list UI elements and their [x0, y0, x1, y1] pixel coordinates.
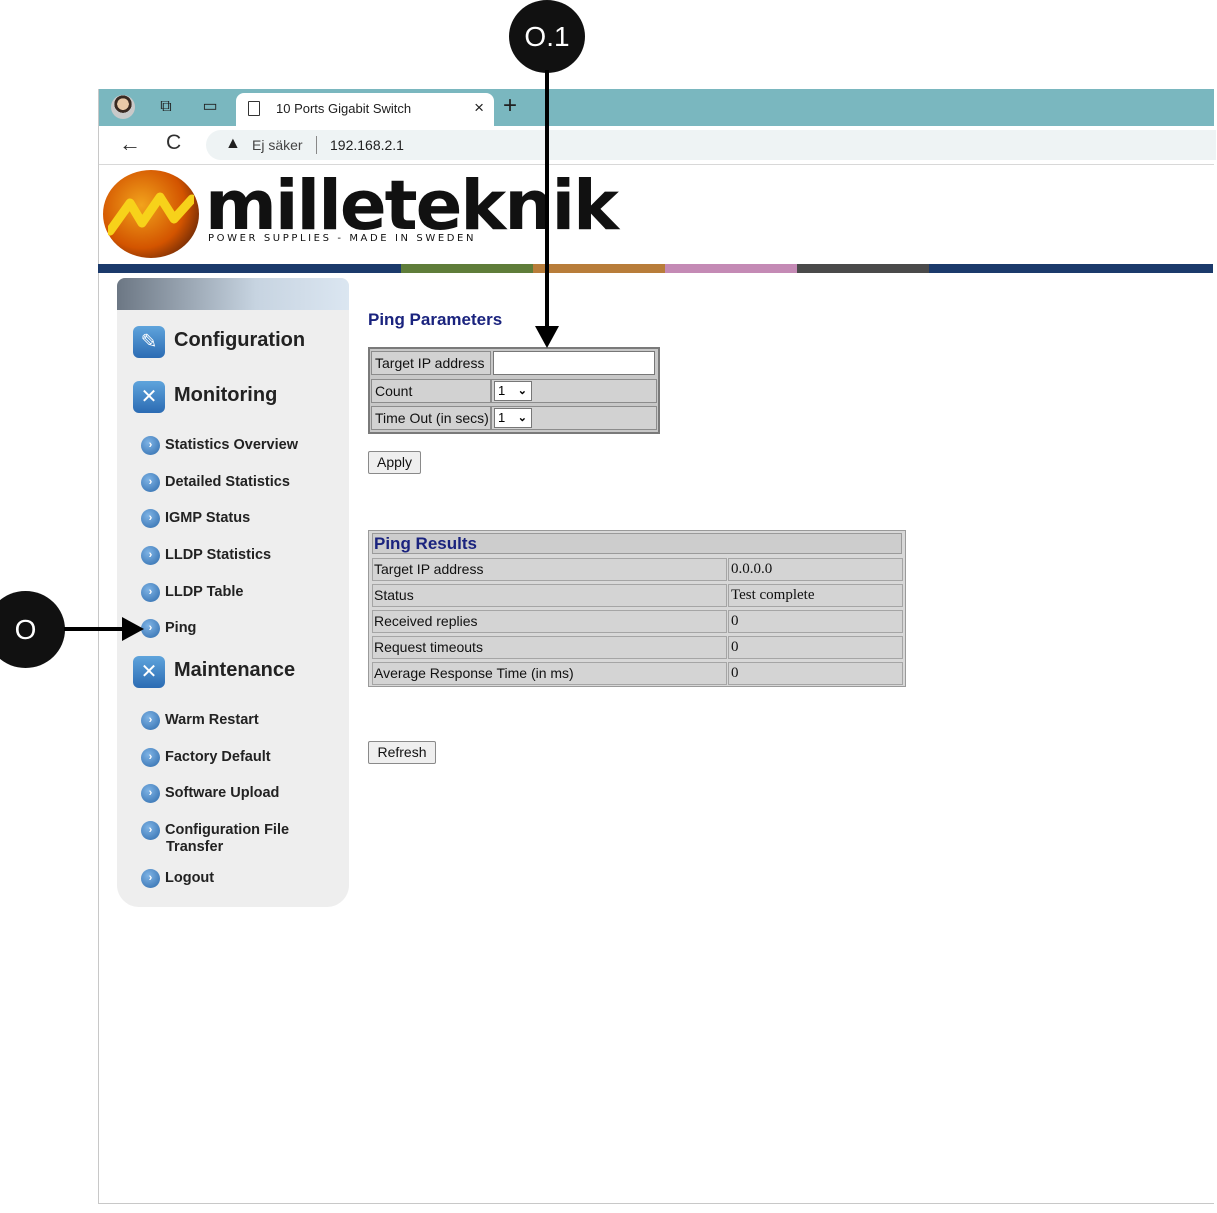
tab-actions-icon[interactable]: ▭ — [199, 97, 221, 117]
header-stripe-segment — [401, 264, 533, 273]
result-label: Received replies — [372, 610, 727, 633]
result-label: Target IP address — [372, 558, 727, 581]
result-value: 0 — [728, 636, 903, 659]
timeout-label: Time Out (in secs) — [371, 406, 491, 430]
result-label: Request timeouts — [372, 636, 727, 659]
callout-o1-line — [545, 70, 549, 332]
apply-button[interactable]: Apply — [368, 451, 421, 474]
sidebar-item-label: LLDP Statistics — [165, 547, 272, 563]
arrow-bullet-icon: › — [141, 821, 160, 840]
chevron-down-icon: ⌄ — [517, 412, 527, 424]
timeout-select[interactable]: 1 ⌄ — [494, 408, 532, 428]
target-ip-input[interactable] — [493, 351, 655, 375]
close-tab-icon[interactable]: × — [474, 98, 484, 118]
arrow-down-icon — [535, 326, 559, 348]
section-label: Maintenance — [174, 659, 296, 681]
sidebar-item-label: Warm Restart — [165, 712, 259, 728]
sidebar-header — [117, 278, 349, 310]
result-label: Status — [372, 584, 727, 607]
count-value: 1 — [498, 383, 506, 398]
section-label: Configuration — [174, 329, 306, 351]
profile-avatar[interactable] — [111, 95, 135, 119]
arrow-bullet-icon: › — [141, 436, 160, 455]
result-value: Test complete — [728, 584, 903, 607]
brand-tagline: POWER SUPPLIES - MADE IN SWEDEN — [208, 233, 477, 244]
header-stripe-segment — [797, 264, 929, 273]
arrow-bullet-icon: › — [141, 583, 160, 602]
sidebar-item-label: Configuration File — [165, 822, 290, 838]
sidebar-item-label: Detailed Statistics — [165, 474, 290, 490]
omnibox[interactable]: ▲ Ej säker 192.168.2.1 — [206, 130, 1216, 160]
page-icon — [248, 101, 260, 116]
sidebar-item-label: Ping — [165, 620, 197, 636]
timeout-value: 1 — [498, 410, 506, 425]
browser-tab[interactable]: 10 Ports Gigabit Switch × — [236, 93, 494, 126]
page-title: Ping Parameters — [368, 310, 503, 329]
lightning-bolt-icon — [108, 192, 194, 236]
tab-bar: ⧉ ▭ 10 Ports Gigabit Switch × + — [99, 89, 1214, 126]
arrow-bullet-icon: › — [141, 748, 160, 767]
chevron-down-icon: ⌄ — [517, 385, 527, 397]
arrow-bullet-icon: › — [141, 784, 160, 803]
count-select[interactable]: 1 ⌄ — [494, 381, 532, 401]
arrow-bullet-icon: › — [141, 546, 160, 565]
sidebar-item-label: Logout — [165, 870, 215, 886]
sidebar: ✎ Configuration ✕ Monitoring › Statistic… — [117, 278, 349, 907]
reload-button[interactable]: C — [166, 131, 181, 155]
url-text[interactable]: 192.168.2.1 — [330, 137, 404, 153]
arrow-bullet-icon: › — [141, 869, 160, 888]
result-value: 0 — [728, 662, 903, 685]
tools-icon: ✕ — [133, 381, 165, 413]
sidebar-item-label: Statistics Overview — [165, 437, 298, 453]
results-heading: Ping Results — [372, 533, 902, 554]
header-stripe-segment — [533, 264, 665, 273]
result-label: Average Response Time (in ms) — [372, 662, 727, 685]
sidebar-item-label: LLDP Table — [165, 584, 244, 600]
tab-title: 10 Ports Gigabit Switch — [276, 101, 412, 116]
callout-o-line — [64, 627, 126, 631]
result-value: 0.0.0.0 — [728, 558, 903, 581]
callout-o1: O.1 — [509, 0, 585, 73]
warning-icon[interactable]: ▲ — [225, 135, 241, 153]
back-button[interactable]: ← — [119, 131, 141, 157]
address-bar: ← C ▲ Ej säker 192.168.2.1 — [99, 126, 1216, 165]
security-label[interactable]: Ej säker — [252, 137, 303, 153]
configuration-icon: ✎ — [133, 326, 165, 358]
sidebar-item-label-line2: Transfer — [166, 839, 224, 855]
sidebar-item-label: IGMP Status — [165, 510, 251, 526]
count-label: Count — [371, 379, 491, 403]
arrow-bullet-icon: › — [141, 711, 160, 730]
workspaces-icon[interactable]: ⧉ — [155, 97, 177, 117]
divider — [316, 136, 317, 154]
header-stripe-segment — [98, 264, 401, 273]
result-value: 0 — [728, 610, 903, 633]
callout-o: O — [0, 591, 65, 668]
header-stripe-segment — [929, 264, 1213, 273]
tools-icon: ✕ — [133, 656, 165, 688]
arrow-bullet-icon: › — [141, 473, 160, 492]
sidebar-item-label: Factory Default — [165, 749, 271, 765]
sidebar-item-label: Software Upload — [165, 785, 280, 801]
refresh-button[interactable]: Refresh — [368, 741, 436, 764]
section-label: Monitoring — [174, 384, 278, 406]
arrow-right-icon — [122, 617, 144, 641]
new-tab-button[interactable]: + — [503, 92, 517, 120]
header-stripe-segment — [665, 264, 797, 273]
arrow-bullet-icon: › — [141, 509, 160, 528]
target-ip-label: Target IP address — [371, 351, 491, 375]
